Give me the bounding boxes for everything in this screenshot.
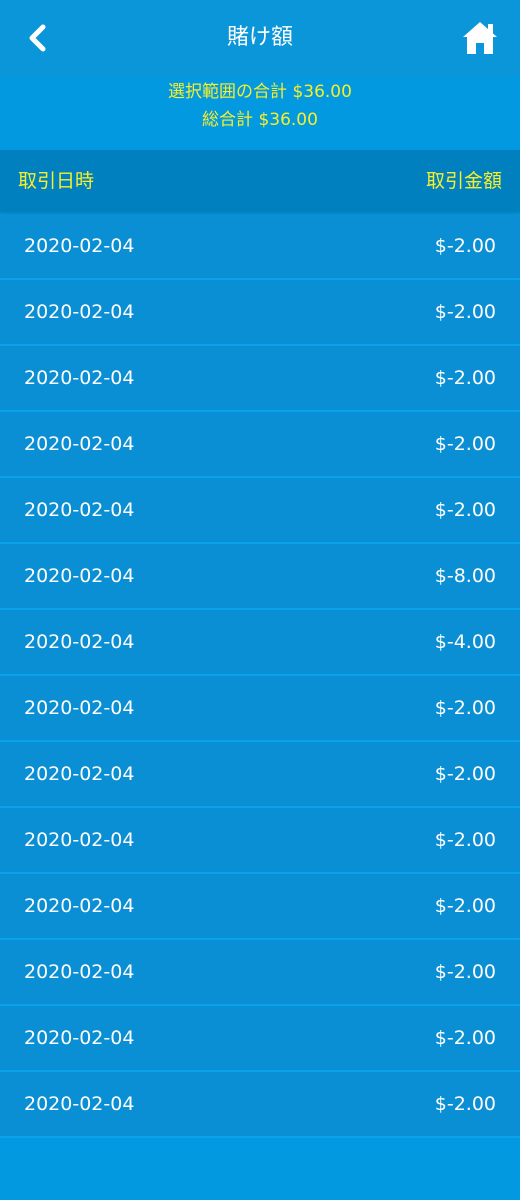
table-row[interactable]: 2020-02-04 $-2.00 — [0, 412, 520, 478]
transaction-amount: $-8.00 — [434, 565, 496, 587]
grand-total: 総合計 $36.00 — [202, 110, 318, 130]
table-header: 取引日時 取引金額 — [0, 150, 520, 212]
transaction-amount: $-2.00 — [434, 829, 496, 851]
transaction-amount: $-2.00 — [434, 367, 496, 389]
table-row[interactable]: 2020-02-04 $-2.00 — [0, 1006, 520, 1072]
column-header-date: 取引日時 — [18, 170, 95, 192]
transaction-date: 2020-02-04 — [24, 829, 135, 851]
table-row[interactable]: 2020-02-04 $-2.00 — [0, 214, 520, 280]
table-row[interactable]: 2020-02-04 $-2.00 — [0, 346, 520, 412]
transaction-amount: $-2.00 — [434, 433, 496, 455]
transaction-amount: $-2.00 — [434, 961, 496, 983]
transaction-date: 2020-02-04 — [24, 961, 135, 983]
transaction-amount: $-2.00 — [434, 1027, 496, 1049]
table-row[interactable]: 2020-02-04 $-2.00 — [0, 940, 520, 1006]
table-row[interactable]: 2020-02-04 $-2.00 — [0, 676, 520, 742]
transaction-amount: $-2.00 — [434, 235, 496, 257]
home-button[interactable] — [460, 18, 500, 58]
transaction-amount: $-2.00 — [434, 301, 496, 323]
transaction-list: 2020-02-04 $-2.00 2020-02-04 $-2.00 2020… — [0, 214, 520, 1138]
transaction-amount: $-2.00 — [434, 895, 496, 917]
table-row[interactable]: 2020-02-04 $-2.00 — [0, 808, 520, 874]
transaction-date: 2020-02-04 — [24, 895, 135, 917]
transaction-date: 2020-02-04 — [24, 1027, 135, 1049]
transaction-date: 2020-02-04 — [24, 1093, 135, 1115]
home-icon — [463, 22, 497, 54]
table-row[interactable]: 2020-02-04 $-2.00 — [0, 742, 520, 808]
transaction-date: 2020-02-04 — [24, 367, 135, 389]
table-row[interactable]: 2020-02-04 $-2.00 — [0, 478, 520, 544]
transaction-amount: $-4.00 — [434, 631, 496, 653]
transaction-date: 2020-02-04 — [24, 763, 135, 785]
transaction-date: 2020-02-04 — [24, 697, 135, 719]
transaction-date: 2020-02-04 — [24, 631, 135, 653]
page-title: 賭け額 — [226, 25, 293, 50]
transaction-amount: $-2.00 — [434, 1093, 496, 1115]
table-row[interactable]: 2020-02-04 $-2.00 — [0, 1072, 520, 1138]
transaction-amount: $-2.00 — [434, 697, 496, 719]
transaction-date: 2020-02-04 — [24, 301, 135, 323]
transaction-amount: $-2.00 — [434, 763, 496, 785]
transaction-date: 2020-02-04 — [24, 235, 135, 257]
table-row[interactable]: 2020-02-04 $-4.00 — [0, 610, 520, 676]
transaction-date: 2020-02-04 — [24, 565, 135, 587]
totals-summary: 選択範囲の合計 $36.00 総合計 $36.00 — [0, 76, 520, 150]
column-header-amount: 取引金額 — [425, 170, 502, 192]
table-row[interactable]: 2020-02-04 $-2.00 — [0, 874, 520, 940]
table-row[interactable]: 2020-02-04 $-2.00 — [0, 280, 520, 346]
top-bar: 賭け額 — [0, 0, 520, 76]
transaction-date: 2020-02-04 — [24, 499, 135, 521]
transaction-amount: $-2.00 — [434, 499, 496, 521]
selected-range-total: 選択範囲の合計 $36.00 — [168, 82, 352, 102]
transaction-date: 2020-02-04 — [24, 433, 135, 455]
table-row[interactable]: 2020-02-04 $-8.00 — [0, 544, 520, 610]
